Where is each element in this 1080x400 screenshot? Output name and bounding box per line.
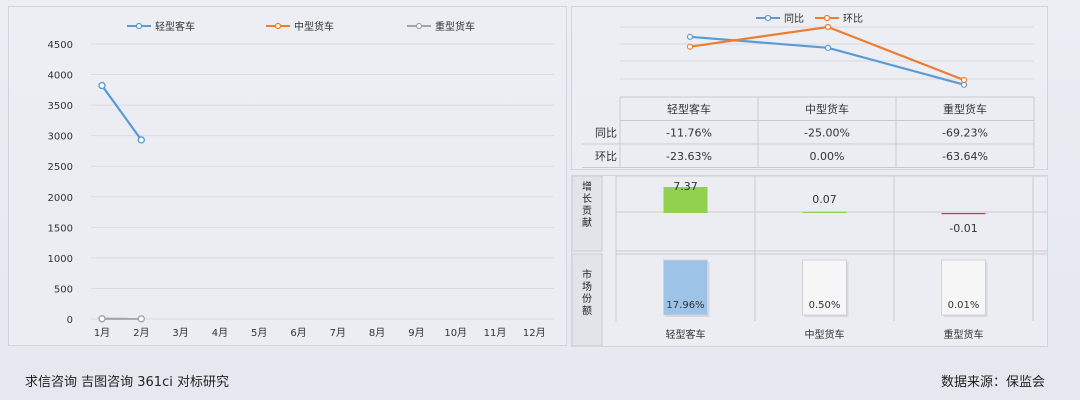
contribution-row-label: 贡 (582, 205, 592, 217)
x-tick-label: 11月 (484, 327, 507, 339)
footer-credits: 求信咨询 吉图咨询 361ci 对标研究 (25, 375, 229, 390)
series-line (689, 25, 965, 82)
table-cell: -63.64% (942, 150, 988, 163)
contribution-value-label: -0.01 (949, 222, 977, 235)
y-tick-label: 500 (54, 284, 73, 295)
y-tick-label: 4000 (48, 71, 73, 82)
series-line (101, 84, 143, 141)
contribution-share-panel: 增长贡献市场份额 7.37 0.07 -0.01 17.96% 0.50% 0.01% 轻型客… (571, 175, 1048, 347)
legend-label: 重型货车 (435, 20, 475, 33)
data-point (686, 43, 694, 50)
share-value-label: 17.96% (666, 300, 704, 311)
legend-marker (135, 22, 143, 30)
table-header: 轻型客车 (667, 102, 711, 116)
legend-marker (274, 22, 282, 30)
x-tick-label: 9月 (408, 327, 424, 339)
share-value-label: 0.01% (948, 300, 980, 311)
legend-marker (823, 14, 831, 22)
legend-marker (764, 14, 772, 22)
table-cell: -11.76% (666, 127, 712, 140)
growth-rate-chart: 同比 环比轻型客车 中型货车 重型货车同比 -11.76% -25.00% -69.23%环… (582, 13, 1035, 168)
monthly-line-chart: 0 500 1000 1500 2000 2500 3000 3500 4000 4500 1月 2月… (48, 20, 554, 339)
table-header: 重型货车 (943, 102, 987, 116)
x-tick-label: 4月 (212, 327, 228, 339)
contribution-value-label: 0.07 (812, 193, 837, 206)
x-tick-label: 2月 (133, 327, 149, 339)
x-tick-label: 8月 (369, 327, 385, 339)
legend-marker (415, 22, 423, 30)
x-tick-label: 6月 (290, 327, 306, 339)
data-point (98, 81, 106, 90)
y-tick-label: 1000 (48, 254, 73, 265)
x-tick-label: 1月 (94, 327, 110, 339)
legend-label: 环比 (843, 13, 863, 25)
table-row-label: 同比 (595, 127, 617, 140)
data-point (98, 315, 106, 323)
data-point (960, 76, 968, 84)
footer-data-source: 数据来源：保监会 (940, 375, 1045, 390)
share-row-label: 场 (582, 280, 592, 293)
x-tick-label: 10月 (444, 327, 467, 339)
y-tick-label: 3500 (48, 101, 73, 112)
x-tick-label: 7月 (330, 327, 346, 339)
data-point (137, 136, 146, 144)
data-point (824, 44, 832, 51)
contribution-bar (941, 213, 986, 215)
legend-label: 轻型客车 (155, 20, 195, 33)
monthly-chart-panel: 0 500 1000 1500 2000 2500 3000 3500 4000 4500 1月 2月… (8, 6, 567, 346)
data-point (686, 33, 694, 40)
table-cell: -23.63% (666, 150, 712, 163)
table-row-label: 环比 (595, 150, 617, 163)
share-row-label: 市 (582, 268, 592, 281)
x-tick-label: 3月 (172, 327, 188, 339)
share-row-label: 额 (582, 304, 592, 317)
y-tick-label: 4500 (48, 40, 73, 51)
contribution-row-label: 长 (582, 193, 592, 205)
y-tick-label: 3000 (48, 132, 73, 143)
x-tick-label: 12月 (523, 327, 546, 339)
x-tick-label: 5月 (251, 327, 267, 339)
y-tick-label: 2000 (48, 193, 73, 204)
category-label: 中型货车 (805, 328, 845, 341)
y-tick-label: 2500 (48, 162, 73, 173)
contribution-bar (802, 211, 847, 213)
category-label: 轻型客车 (666, 328, 706, 341)
table-cell: 0.00% (810, 150, 845, 163)
table-cell: -69.23% (942, 127, 988, 140)
data-point (824, 23, 832, 31)
contribution-share-chart: 增长贡献市场份额 7.37 0.07 -0.01 17.96% 0.50% 0.01% 轻型客… (572, 176, 1047, 346)
contribution-value-label: 7.37 (673, 180, 698, 193)
table-cell: -25.00% (804, 127, 850, 140)
y-tick-label: 0 (67, 315, 73, 326)
growth-rate-panel: 同比 环比 轻型客车 中型货车 重型货车 同比 -11.76% -25.00% -69.23% 环… (571, 6, 1048, 170)
contribution-row-label: 献 (582, 216, 592, 229)
category-label: 重型货车 (944, 328, 984, 341)
contribution-row-label: 增 (582, 180, 592, 193)
y-tick-label: 1500 (48, 223, 73, 234)
legend-label: 同比 (784, 13, 804, 25)
data-point (137, 315, 146, 323)
table-header: 中型货车 (805, 102, 849, 116)
legend-label: 中型货车 (294, 20, 334, 33)
share-row-label: 份 (582, 293, 592, 305)
share-value-label: 0.50% (809, 300, 841, 311)
